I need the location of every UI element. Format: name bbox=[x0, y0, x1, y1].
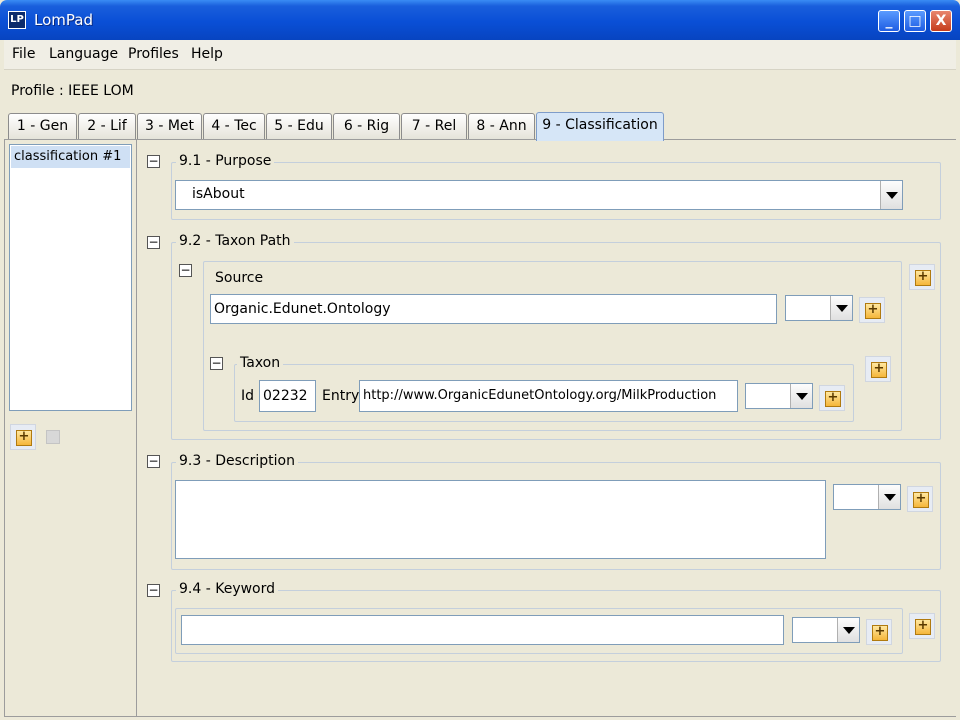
tab-lifecycle[interactable]: 2 - Lif bbox=[78, 113, 136, 140]
collapse-keyword-minus-box-icon[interactable]: − bbox=[147, 584, 160, 597]
tab-metametadata[interactable]: 3 - Met bbox=[137, 113, 202, 140]
add-taxon-plus-icon[interactable] bbox=[865, 356, 891, 382]
maximize-button[interactable]: □ bbox=[904, 10, 926, 32]
tab-general[interactable]: 1 - Gen bbox=[8, 113, 77, 140]
description-language-select[interactable] bbox=[833, 484, 901, 510]
menu-language[interactable]: Language bbox=[49, 46, 118, 62]
close-button[interactable]: X bbox=[930, 10, 952, 32]
classification-panel: − 9.1 - Purpose isAbout − 9.2 - Taxon Pa… bbox=[136, 140, 956, 716]
add-source-plus-icon[interactable] bbox=[859, 297, 885, 323]
source-title: Source bbox=[215, 270, 264, 286]
chevron-down-icon[interactable] bbox=[837, 618, 859, 642]
collapse-description-minus-box-icon[interactable]: − bbox=[147, 455, 160, 468]
tab-rights[interactable]: 6 - Rig bbox=[333, 113, 400, 140]
purpose-group: 9.1 - Purpose isAbout bbox=[171, 153, 941, 220]
purpose-title: 9.1 - Purpose bbox=[176, 153, 275, 169]
keyword-title: 9.4 - Keyword bbox=[176, 581, 279, 597]
add-keyword-string-plus-icon[interactable] bbox=[866, 619, 892, 645]
tab-relation[interactable]: 7 - Rel bbox=[401, 113, 467, 140]
collapse-source-minus-box-icon[interactable]: − bbox=[179, 264, 192, 277]
description-group: 9.3 - Description bbox=[171, 453, 941, 570]
window-title: LomPad bbox=[34, 11, 93, 29]
keyword-entry-box bbox=[175, 608, 903, 654]
taxon-language-select[interactable] bbox=[745, 383, 813, 409]
tab-technical[interactable]: 4 - Tec bbox=[203, 113, 265, 140]
keyword-input[interactable] bbox=[181, 615, 784, 645]
taxon-group: Taxon Id 02232 Entry http://www.OrganicE… bbox=[234, 355, 854, 422]
list-item[interactable]: classification #1 bbox=[11, 146, 130, 168]
tab-bar: 1 - Gen 2 - Lif 3 - Met 4 - Tec 5 - Edu … bbox=[6, 112, 956, 141]
app-window: LP LomPad _ □ X File Language Profiles H… bbox=[0, 0, 960, 720]
add-keyword-plus-icon[interactable] bbox=[909, 613, 935, 639]
classification-list[interactable]: classification #1 bbox=[9, 144, 132, 411]
collapse-taxon-minus-box-icon[interactable]: − bbox=[210, 357, 223, 370]
collapse-purpose-minus-box-icon[interactable]: − bbox=[147, 155, 160, 168]
tab-classification[interactable]: 9 - Classification bbox=[536, 112, 664, 141]
minimize-button[interactable]: _ bbox=[878, 10, 900, 32]
menu-help[interactable]: Help bbox=[191, 46, 223, 62]
add-description-plus-icon[interactable] bbox=[907, 486, 933, 512]
chevron-down-icon[interactable] bbox=[790, 384, 812, 408]
chevron-down-icon[interactable] bbox=[830, 296, 852, 320]
keyword-group: 9.4 - Keyword bbox=[171, 581, 941, 662]
source-language-select[interactable] bbox=[785, 295, 853, 321]
purpose-value: isAbout bbox=[192, 186, 245, 202]
collapse-taxon-path-minus-box-icon[interactable]: − bbox=[147, 236, 160, 249]
source-group: Source Organic.Edunet.Ontology − Taxon I… bbox=[203, 261, 902, 431]
add-taxon-path-plus-icon[interactable] bbox=[909, 264, 935, 290]
remove-classification-minus-icon bbox=[46, 430, 60, 444]
description-textarea[interactable] bbox=[175, 480, 826, 559]
description-title: 9.3 - Description bbox=[176, 453, 298, 469]
taxon-title: Taxon bbox=[237, 355, 284, 371]
title-bar[interactable]: LP LomPad _ □ X bbox=[0, 0, 960, 40]
profile-label: Profile : IEEE LOM bbox=[11, 83, 134, 99]
keyword-language-select[interactable] bbox=[792, 617, 860, 643]
menu-file[interactable]: File bbox=[12, 46, 35, 62]
purpose-select[interactable]: isAbout bbox=[175, 180, 903, 210]
tab-content: classification #1 − 9.1 - Purpose isAbou… bbox=[4, 139, 956, 717]
add-entry-plus-icon[interactable] bbox=[819, 385, 845, 411]
tab-educational[interactable]: 5 - Edu bbox=[266, 113, 332, 140]
source-input[interactable]: Organic.Edunet.Ontology bbox=[210, 294, 777, 324]
app-logo-icon: LP bbox=[8, 11, 26, 29]
taxon-id-input[interactable]: 02232 bbox=[259, 380, 316, 412]
menu-profiles[interactable]: Profiles bbox=[128, 46, 179, 62]
taxon-id-label: Id bbox=[241, 388, 255, 404]
taxon-entry-label: Entry bbox=[322, 388, 360, 404]
taxon-path-group: 9.2 - Taxon Path − Source Organic.Edunet… bbox=[171, 233, 941, 440]
menu-bar: File Language Profiles Help bbox=[4, 40, 956, 70]
tab-annotation[interactable]: 8 - Ann bbox=[468, 113, 535, 140]
add-classification-plus-icon[interactable] bbox=[10, 424, 36, 450]
chevron-down-icon[interactable] bbox=[878, 485, 900, 509]
taxon-entry-input[interactable]: http://www.OrganicEdunetOntology.org/Mil… bbox=[359, 380, 738, 412]
chevron-down-icon[interactable] bbox=[880, 181, 902, 209]
taxon-path-title: 9.2 - Taxon Path bbox=[176, 233, 294, 249]
